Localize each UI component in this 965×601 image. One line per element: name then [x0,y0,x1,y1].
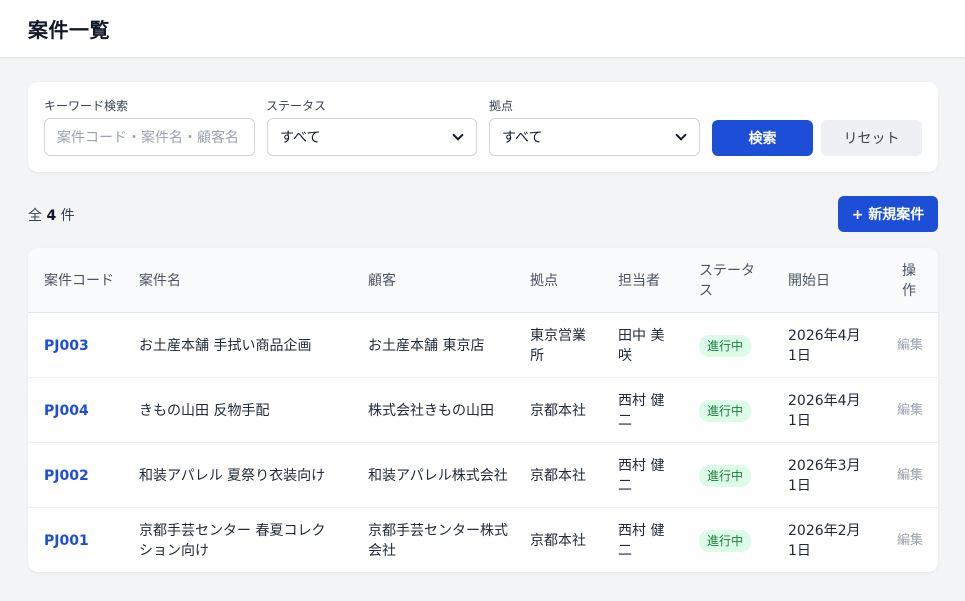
start-date: 2026年4月1日 [788,392,861,429]
count-prefix: 全 [28,208,42,224]
chevron-down-icon [675,129,687,141]
start-date: 2026年3月1日 [788,457,861,494]
search-button[interactable]: 検索 [712,120,813,156]
project-code-link[interactable]: PJ004 [44,378,89,443]
header-status: ステータス [699,262,755,299]
status-select-value: すべて [280,130,321,146]
count-suffix: 件 [60,208,75,224]
table-row: PJ003 お土産本舗 手拭い商品企画 お土産本舗 東京店 東京営業所 田中 美… [28,313,938,378]
edit-link[interactable]: 編集 [897,313,923,378]
project-name: きもの山田 反物手配 [139,402,270,419]
chevron-down-icon [452,129,464,141]
owner-name: 西村 健二 [618,392,665,429]
header-owner: 担当者 [618,272,660,289]
edit-link[interactable]: 編集 [897,508,923,572]
new-project-button[interactable]: + 新規案件 [838,196,938,232]
status-cell: 進行中 [699,378,752,443]
keyword-search-input[interactable]: 案件コード・案件名・顧客名 [44,118,255,156]
header-office: 拠点 [530,272,558,289]
start-date: 2026年2月1日 [788,522,861,559]
office-name: 京都本社 [530,467,586,484]
header-name: 案件名 [139,272,181,289]
table-header: 案件コード 案件名 顧客 拠点 担当者 ステータス 開始日 操作 [28,248,938,313]
office-select-value: すべて [502,130,543,146]
keyword-label: キーワード検索 [44,99,129,113]
edit-link[interactable]: 編集 [897,378,923,443]
header-start: 開始日 [788,272,830,289]
project-code-link[interactable]: PJ003 [44,313,89,378]
reset-button[interactable]: リセット [821,120,922,156]
status-select[interactable]: すべて [267,118,477,156]
customer-name: 和装アパレル株式会社 [368,467,508,484]
project-code-link[interactable]: PJ001 [44,508,89,572]
status-badge: 進行中 [699,399,752,422]
status-cell: 進行中 [699,508,752,572]
status-cell: 進行中 [699,443,752,508]
result-count: 全 4 件 [28,205,75,225]
header-customer: 顧客 [368,272,396,289]
project-table: 案件コード 案件名 顧客 拠点 担当者 ステータス 開始日 操作 PJ003 お… [28,248,938,572]
header-code: 案件コード [44,272,114,289]
office-name: 東京営業所 [530,327,586,364]
status-cell: 進行中 [699,313,752,378]
page-title: 案件一覧 [28,18,110,42]
project-name: お土産本舗 手拭い商品企画 [139,337,312,354]
table-row: PJ002 和装アパレル 夏祭り衣装向け 和装アパレル株式会社 京都本社 西村 … [28,443,938,508]
app-header: 案件一覧 [0,0,965,58]
office-select[interactable]: すべて [489,118,700,156]
project-name: 京都手芸センター 春夏コレクション向け [139,522,326,559]
customer-name: 株式会社きもの山田 [368,402,494,419]
status-badge: 進行中 [699,334,752,357]
status-label: ステータス [266,99,327,113]
table-row: PJ001 京都手芸センター 春夏コレクション向け 京都手芸センター株式会社 京… [28,508,938,572]
project-name: 和装アパレル 夏祭り衣装向け [139,467,326,484]
customer-name: 京都手芸センター株式会社 [368,522,508,559]
start-date: 2026年4月1日 [788,327,861,364]
status-badge: 進行中 [699,464,752,487]
filter-panel: キーワード検索 案件コード・案件名・顧客名 ステータス すべて 拠点 すべて 検… [28,82,938,172]
edit-link[interactable]: 編集 [897,443,923,508]
office-label: 拠点 [489,99,514,113]
customer-name: お土産本舗 東京店 [368,337,485,354]
status-badge: 進行中 [699,529,752,552]
count-value: 4 [46,208,57,224]
office-name: 京都本社 [530,532,586,549]
owner-name: 田中 美咲 [618,327,665,364]
owner-name: 西村 健二 [618,522,665,559]
project-code-link[interactable]: PJ002 [44,443,89,508]
header-action: 操作 [902,262,916,299]
owner-name: 西村 健二 [618,457,665,494]
table-row: PJ004 きもの山田 反物手配 株式会社きもの山田 京都本社 西村 健二 進行… [28,378,938,443]
office-name: 京都本社 [530,402,586,419]
